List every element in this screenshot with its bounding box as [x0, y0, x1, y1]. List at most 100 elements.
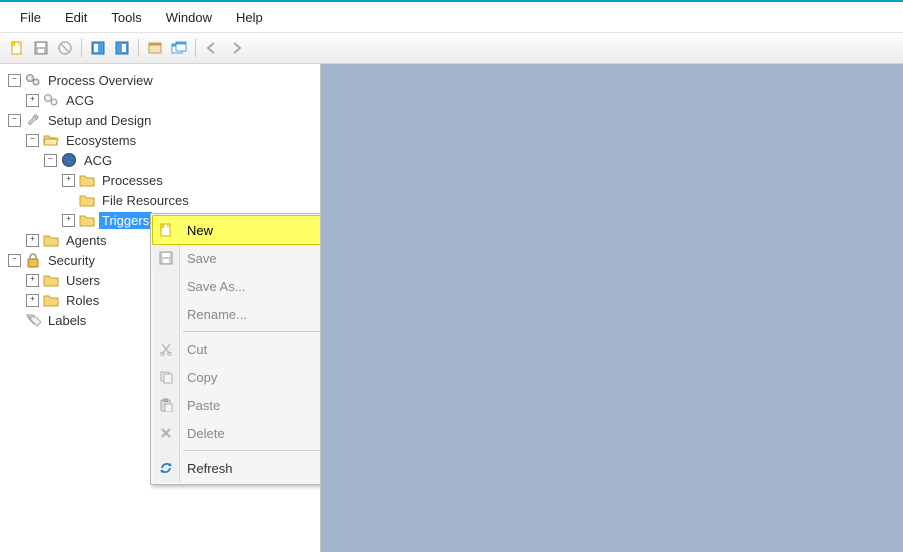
menu-help[interactable]: Help	[224, 7, 275, 28]
expand-icon[interactable]: +	[26, 274, 39, 287]
context-menu-label: Save As...	[187, 279, 246, 294]
context-menu-paste[interactable]: Paste	[153, 391, 321, 419]
context-menu-label: Refresh	[187, 461, 233, 476]
tree-label: Users	[63, 272, 103, 289]
tree-node-processes[interactable]: + Processes	[4, 170, 320, 190]
tree-node-file-resources[interactable]: File Resources	[4, 190, 320, 210]
tree-label: Security	[45, 252, 98, 269]
collapse-icon[interactable]: −	[8, 254, 21, 267]
toolbar-save-button[interactable]	[30, 37, 52, 59]
tree-node-acg-overview[interactable]: + ACG	[4, 90, 320, 110]
toolbar-back-button[interactable]	[201, 37, 223, 59]
menu-window[interactable]: Window	[154, 7, 224, 28]
folder-icon	[79, 172, 95, 188]
cut-icon	[158, 341, 174, 357]
toolbar-panel-a-button[interactable]	[87, 37, 109, 59]
collapse-icon[interactable]: −	[8, 114, 21, 127]
paste-icon	[158, 397, 174, 413]
app-window: File Edit Tools Window Help	[0, 0, 903, 552]
tags-icon	[25, 312, 41, 328]
context-menu-save-as[interactable]: Save As...	[153, 272, 321, 300]
folder-icon	[79, 212, 95, 228]
toolbar-forward-button[interactable]	[225, 37, 247, 59]
windows-icon	[171, 41, 187, 55]
menu-bar: File Edit Tools Window Help	[0, 2, 903, 33]
toolbar-windows-button[interactable]	[168, 37, 190, 59]
save-icon	[34, 41, 48, 55]
toolbar-separator	[195, 39, 196, 57]
tree-label: Ecosystems	[63, 132, 139, 149]
menu-edit[interactable]: Edit	[53, 7, 99, 28]
tree-label: File Resources	[99, 192, 192, 209]
gears-icon	[43, 92, 59, 108]
context-menu-rename[interactable]: Rename...	[153, 300, 321, 328]
panel-icon	[91, 41, 105, 55]
toolbar-window-button[interactable]	[144, 37, 166, 59]
tree-label: Roles	[63, 292, 102, 309]
expand-icon[interactable]: +	[26, 234, 39, 247]
delete-icon	[158, 425, 174, 441]
new-document-icon	[10, 41, 24, 55]
context-menu-delete[interactable]: Delete	[153, 419, 321, 447]
tree-label: Process Overview	[45, 72, 156, 89]
collapse-icon[interactable]: −	[44, 154, 57, 167]
folder-icon	[79, 192, 95, 208]
context-menu-save[interactable]: Save	[153, 244, 321, 272]
tree-label: Triggers	[99, 212, 152, 229]
context-menu-refresh[interactable]: Refresh	[153, 454, 321, 482]
context-menu-label: New	[187, 223, 213, 238]
context-menu-label: Cut	[187, 342, 207, 357]
context-menu-label: Delete	[187, 426, 225, 441]
context-menu-label: Paste	[187, 398, 220, 413]
context-menu-new[interactable]: New	[152, 215, 321, 245]
context-menu-separator	[183, 450, 321, 451]
expand-icon[interactable]: +	[62, 174, 75, 187]
wrench-icon	[25, 112, 41, 128]
context-menu-copy[interactable]: Copy	[153, 363, 321, 391]
body-split: − Process Overview + ACG −	[0, 64, 903, 552]
tree-label: Setup and Design	[45, 112, 154, 129]
stop-icon	[58, 41, 72, 55]
menu-tools[interactable]: Tools	[99, 7, 153, 28]
tree-label: ACG	[81, 152, 115, 169]
save-icon	[158, 250, 174, 266]
expand-icon[interactable]: +	[26, 94, 39, 107]
folder-icon	[43, 272, 59, 288]
menu-file[interactable]: File	[8, 7, 53, 28]
tree-node-ecosystems[interactable]: − Ecosystems	[4, 130, 320, 150]
tree-node-process-overview[interactable]: − Process Overview	[4, 70, 320, 90]
window-icon	[148, 41, 162, 55]
toolbar-stop-button[interactable]	[54, 37, 76, 59]
tree-node-setup-design[interactable]: − Setup and Design	[4, 110, 320, 130]
lock-icon	[25, 252, 41, 268]
context-menu-label: Save	[187, 251, 217, 266]
navigation-tree-panel: − Process Overview + ACG −	[0, 64, 321, 552]
expand-icon[interactable]: +	[26, 294, 39, 307]
toolbar-panel-b-button[interactable]	[111, 37, 133, 59]
tree-label: ACG	[63, 92, 97, 109]
tree-label: Agents	[63, 232, 109, 249]
expand-icon[interactable]: +	[62, 214, 75, 227]
panel-icon	[115, 41, 129, 55]
toolbar-new-button[interactable]	[6, 37, 28, 59]
gears-icon	[25, 72, 41, 88]
tree-node-acg-ecosystem[interactable]: − ACG	[4, 150, 320, 170]
globe-icon	[61, 152, 77, 168]
new-document-icon	[158, 222, 174, 238]
toolbar-separator	[138, 39, 139, 57]
tree-label: Processes	[99, 172, 166, 189]
collapse-icon[interactable]: −	[26, 134, 39, 147]
folder-open-icon	[43, 132, 59, 148]
context-menu-separator	[183, 331, 321, 332]
folder-icon	[43, 292, 59, 308]
folder-icon	[43, 232, 59, 248]
copy-icon	[158, 369, 174, 385]
context-menu-cut[interactable]: Cut	[153, 335, 321, 363]
context-menu: New Save Save As... Rename...	[150, 213, 321, 485]
content-area	[321, 64, 903, 552]
refresh-icon	[158, 460, 174, 476]
collapse-icon[interactable]: −	[8, 74, 21, 87]
tree-label: Labels	[45, 312, 89, 329]
arrow-left-icon	[205, 41, 219, 55]
toolbar	[0, 33, 903, 64]
